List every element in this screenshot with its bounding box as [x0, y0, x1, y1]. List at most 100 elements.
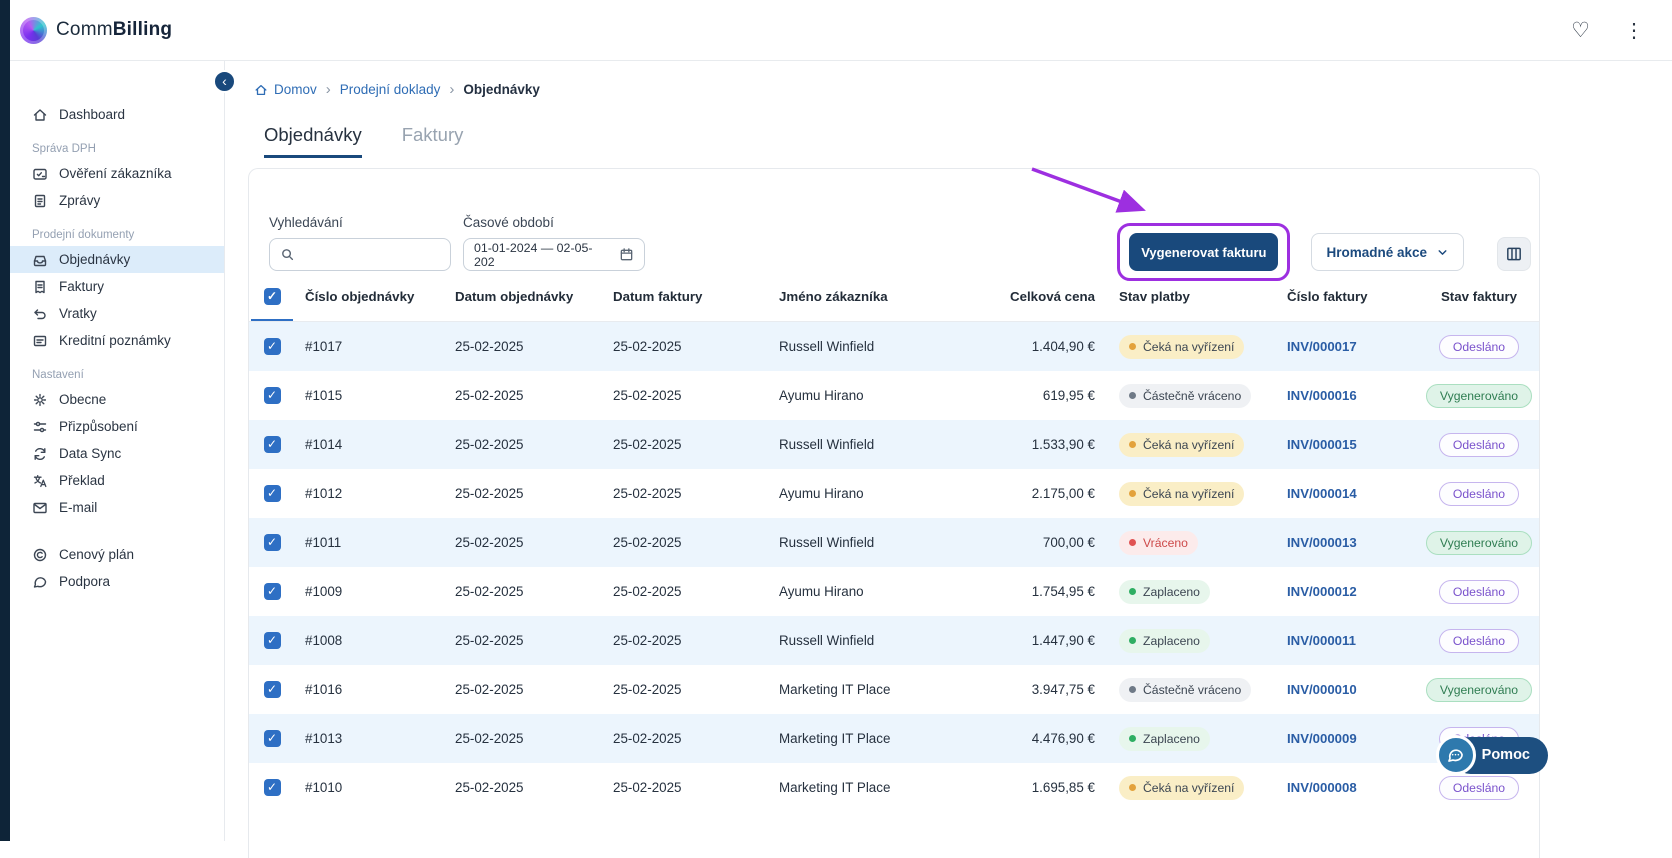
- order-date-cell: 25-02-2025: [455, 731, 524, 746]
- row-checkbox[interactable]: ✓: [249, 338, 295, 355]
- invoice-link[interactable]: INV/000014: [1287, 486, 1357, 501]
- checkbox-checked[interactable]: ✓: [263, 779, 281, 796]
- checkbox-checked[interactable]: ✓: [263, 534, 281, 551]
- column-header-payment-status: Stav platby: [1119, 288, 1190, 304]
- checkbox-checked[interactable]: ✓: [263, 436, 281, 453]
- payment-status-cell: Čeká na vyřízení: [1109, 775, 1277, 800]
- checkbox-checked[interactable]: ✓: [263, 338, 281, 355]
- payment-status-badge: Čeká na vyřízení: [1119, 334, 1245, 359]
- checkbox-checked[interactable]: ✓: [263, 632, 281, 649]
- brand-name-prefix: Comm: [56, 19, 113, 40]
- total-cell: 619,95 €: [1042, 388, 1095, 403]
- sidebar-item-zpravy[interactable]: Zprávy: [10, 187, 224, 214]
- brand-logo-icon: [20, 16, 47, 44]
- order-date-cell: 25-02-2025: [455, 437, 524, 452]
- invoice-link[interactable]: INV/000008: [1287, 780, 1357, 795]
- column-settings-button[interactable]: [1497, 237, 1531, 271]
- overflow-menu-icon[interactable]: ⋮: [1624, 18, 1644, 43]
- invoice-link[interactable]: INV/000009: [1287, 731, 1357, 746]
- invoice-status-badge: Vygenerováno: [1425, 677, 1533, 702]
- breadcrumb-current: Objednávky: [463, 82, 540, 97]
- row-checkbox[interactable]: ✓: [249, 632, 295, 649]
- home-icon: [255, 84, 267, 95]
- invoice-date-cell: 25-02-2025: [613, 584, 682, 599]
- invoice-link[interactable]: INV/000011: [1287, 633, 1356, 648]
- row-checkbox[interactable]: ✓: [249, 485, 295, 502]
- customer-cell: Marketing IT Place: [779, 780, 891, 795]
- table-row: ✓ #1015 25-02-2025 25-02-2025 Ayumu Hirano 61…: [249, 371, 1539, 420]
- checkbox-checked[interactable]: ✓: [263, 387, 281, 404]
- checkbox-checked[interactable]: ✓: [263, 485, 281, 502]
- table-row: ✓ #1010 25-02-2025 25-02-2025 Marketing IT P…: [249, 763, 1539, 812]
- app-header: CommBilling ♡ ⋮: [10, 0, 1672, 61]
- invoice-link[interactable]: INV/000015: [1287, 437, 1357, 452]
- sidebar-item-obecne[interactable]: Obecne: [10, 386, 224, 413]
- sidebar-item-overeni-zakaznika[interactable]: Ověření zákazníka: [10, 160, 224, 187]
- row-checkbox[interactable]: ✓: [249, 583, 295, 600]
- order-date-cell: 25-02-2025: [455, 633, 524, 648]
- payment-status-badge: Částečně vráceno: [1119, 677, 1252, 702]
- sidebar-item-prizpusobeni[interactable]: Přizpůsobení: [10, 413, 224, 440]
- checkbox-checked[interactable]: ✓: [263, 681, 281, 698]
- invoice-number-cell: INV/000012: [1277, 584, 1417, 599]
- order-date-cell: 25-02-2025: [455, 584, 524, 599]
- sidebar-collapse-button[interactable]: ‹: [213, 70, 236, 93]
- sidebar-item-objednavky[interactable]: Objednávky: [10, 246, 224, 273]
- brand-name: CommBilling: [56, 19, 172, 41]
- sidebar-item-dashboard[interactable]: Dashboard: [10, 101, 224, 128]
- sidebar-item-email[interactable]: E-mail: [10, 494, 224, 521]
- tab-bar: Objednávky Faktury: [264, 124, 1672, 158]
- date-range-input[interactable]: 01-01-2024 — 02-05-202: [463, 238, 645, 271]
- invoice-link[interactable]: INV/000012: [1287, 584, 1357, 599]
- generate-invoice-button[interactable]: Vygenerovat fakturu: [1129, 233, 1279, 271]
- breadcrumb-separator: ›: [325, 81, 331, 98]
- mail-icon: [33, 502, 47, 513]
- sidebar-item-faktury[interactable]: Faktury: [10, 273, 224, 300]
- breadcrumb-prodejni-doklady[interactable]: Prodejní doklady: [340, 82, 441, 97]
- favorites-heart-icon[interactable]: ♡: [1571, 18, 1590, 43]
- payment-status-badge: Zaplaceno: [1119, 579, 1210, 604]
- row-checkbox[interactable]: ✓: [249, 534, 295, 551]
- order-number-cell: #1014: [305, 437, 343, 452]
- checkbox-checked[interactable]: ✓: [263, 730, 281, 747]
- sidebar-item-label: Vratky: [59, 306, 97, 321]
- payment-status-badge: Zaplaceno: [1119, 628, 1210, 653]
- tab-objednavky[interactable]: Objednávky: [264, 124, 362, 158]
- total-cell: 1.754,95 €: [1031, 584, 1095, 599]
- column-header-total: Celková cena: [1009, 288, 1095, 304]
- order-number-cell: #1016: [305, 682, 343, 697]
- order-date-cell: 25-02-2025: [455, 486, 524, 501]
- payment-status-cell: Částečně vráceno: [1109, 677, 1277, 702]
- sidebar-item-data-sync[interactable]: Data Sync: [10, 440, 224, 467]
- table-row: ✓ #1009 25-02-2025 25-02-2025 Ayumu Hirano 1.…: [249, 567, 1539, 616]
- brand: CommBilling: [20, 16, 172, 44]
- status-dot: [1129, 441, 1136, 448]
- help-button[interactable]: Pomoc: [1435, 735, 1548, 775]
- sidebar-item-vratky[interactable]: Vratky: [10, 300, 224, 327]
- bulk-actions-button[interactable]: Hromadné akce: [1311, 233, 1464, 271]
- total-cell: 1.447,90 €: [1031, 633, 1095, 648]
- tab-faktury[interactable]: Faktury: [402, 124, 464, 158]
- checkbox-checked[interactable]: ✓: [263, 583, 281, 600]
- sidebar-item-cenovy-plan[interactable]: Cenový plán: [10, 541, 224, 568]
- row-checkbox[interactable]: ✓: [249, 436, 295, 453]
- invoice-link[interactable]: INV/000016: [1287, 388, 1357, 403]
- row-checkbox[interactable]: ✓: [249, 387, 295, 404]
- row-checkbox[interactable]: ✓: [249, 730, 295, 747]
- sidebar-item-podpora[interactable]: Podpora: [10, 568, 224, 595]
- breadcrumb-home[interactable]: Domov: [254, 82, 317, 97]
- search-input[interactable]: [269, 238, 451, 271]
- select-all-checkbox[interactable]: ✓: [249, 271, 295, 321]
- sidebar-item-preklad[interactable]: Překlad: [10, 467, 224, 494]
- column-header-invoice-number: Číslo faktury: [1287, 288, 1368, 304]
- invoice-link[interactable]: INV/000010: [1287, 682, 1357, 697]
- sidebar-item-kreditni-poznamky[interactable]: Kreditní poznámky: [10, 327, 224, 354]
- invoice-link[interactable]: INV/000013: [1287, 535, 1357, 550]
- column-header-invoice-date: Datum faktury: [613, 288, 703, 304]
- orders-tray-icon: [33, 255, 47, 266]
- row-checkbox[interactable]: ✓: [249, 779, 295, 796]
- breadcrumb: Domov › Prodejní doklady › Objednávky: [248, 81, 1672, 98]
- row-checkbox[interactable]: ✓: [249, 681, 295, 698]
- checkbox-checked[interactable]: ✓: [263, 287, 281, 305]
- invoice-link[interactable]: INV/000017: [1287, 339, 1357, 354]
